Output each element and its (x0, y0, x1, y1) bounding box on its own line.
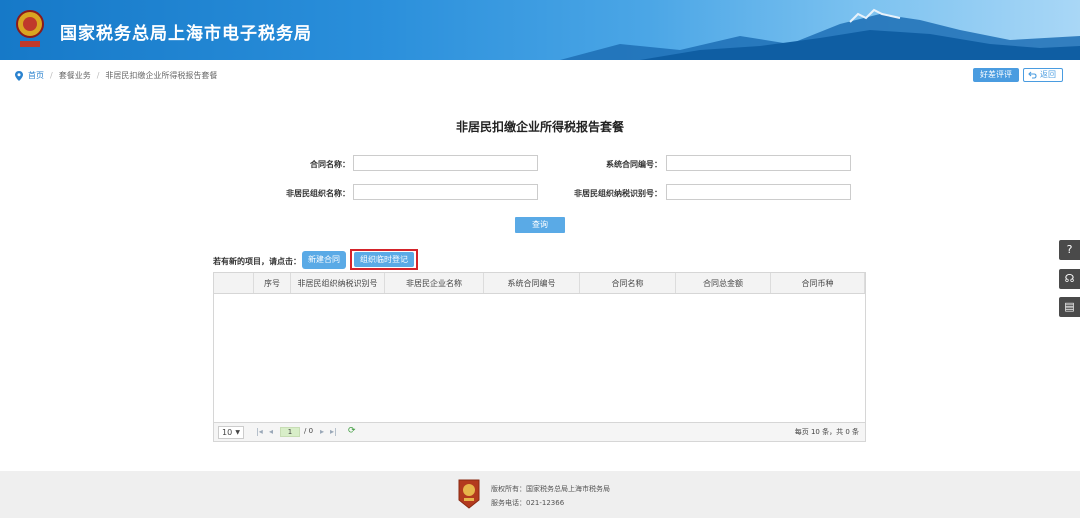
chevron-down-icon: ▼ (235, 429, 240, 436)
nonresident-taxpayer-id-label: 非居民组织纳税识别号： (574, 189, 662, 198)
next-page-icon[interactable]: ▸ (320, 427, 324, 436)
highlight-box: 组织临时登记 (350, 249, 418, 270)
nonresident-taxpayer-id-input[interactable] (666, 184, 851, 200)
help-icon[interactable]: ? (1059, 240, 1080, 260)
system-contract-no-label: 系统合同编号： (606, 160, 662, 169)
query-button[interactable]: 查询 (515, 217, 565, 233)
page-size-value: 10 (222, 428, 233, 437)
site-header: 国家税务总局上海市电子税务局 (0, 0, 1080, 60)
current-page-input[interactable]: 1 (280, 427, 300, 437)
column-header: 合同总金额 (676, 273, 771, 293)
breadcrumb-package-business[interactable]: 套餐业务 (59, 70, 91, 81)
breadcrumb: 首页 / 套餐业务 / 非居民扣缴企业所得税报告套餐 (14, 70, 217, 81)
return-arrow-icon (1028, 71, 1037, 79)
site-footer: 版权所有：国家税务总局上海市税务局 服务电话：021-12366 (0, 471, 1080, 518)
location-pin-icon (15, 70, 23, 81)
back-button-label: 返回 (1040, 70, 1056, 79)
breadcrumb-separator: / (96, 71, 100, 80)
contract-table: 序号 非居民组织纳税识别号 非居民企业名称 系统合同编号 合同名称 合同总金额 … (213, 272, 866, 442)
book-icon[interactable]: ▤ (1059, 297, 1080, 317)
breadcrumb-current: 非居民扣缴企业所得税报告套餐 (105, 71, 218, 80)
refresh-icon[interactable]: ⟳ (348, 426, 356, 436)
footer-copyright: 版权所有：国家税务总局上海市税务局 (491, 485, 610, 493)
footer-service-phone: 服务电话：021-12366 (491, 499, 565, 507)
table-header: 序号 非居民组织纳税识别号 非居民企业名称 系统合同编号 合同名称 合同总金额 … (214, 273, 865, 294)
pager-info: 每页 10 条，共 0 条 (794, 428, 859, 436)
column-header: 系统合同编号 (484, 273, 580, 293)
page-size-select[interactable]: 10 ▼ (218, 426, 244, 439)
contract-name-label: 合同名称： (310, 160, 350, 169)
headset-icon[interactable]: ☊ (1059, 269, 1080, 289)
org-temp-register-button[interactable]: 组织临时登记 (354, 252, 414, 267)
system-contract-no-input[interactable] (666, 155, 851, 171)
breadcrumb-home[interactable]: 首页 (28, 70, 44, 81)
new-project-hint: 若有新的项目，请点击： (213, 257, 301, 266)
column-header: 非居民企业名称 (385, 273, 484, 293)
page-title: 非居民扣缴企业所得税报告套餐 (455, 120, 624, 134)
table-pager: 10 ▼ |◂ ◂ 1 / 0 ▸ ▸| ⟳ 每页 10 条，共 0 条 (214, 422, 865, 441)
first-page-icon[interactable]: |◂ (256, 427, 263, 436)
back-button[interactable]: 返回 (1023, 68, 1063, 82)
last-page-icon[interactable]: ▸| (330, 427, 337, 436)
column-header: 合同名称 (580, 273, 676, 293)
nonresident-org-name-label: 非居民组织名称： (286, 189, 350, 198)
breadcrumb-separator: / (50, 71, 53, 80)
total-pages: / 0 (304, 427, 314, 435)
column-header: 序号 (254, 273, 291, 293)
contract-name-input[interactable] (353, 155, 538, 171)
checkbox-column-header (214, 273, 254, 293)
review-button[interactable]: 好差评评价 (973, 68, 1019, 91)
column-header: 合同币种 (771, 273, 865, 293)
prev-page-icon[interactable]: ◂ (269, 427, 273, 436)
site-title: 国家税务总局上海市电子税务局 (60, 24, 312, 44)
column-header: 非居民组织纳税识别号 (291, 273, 385, 293)
new-contract-button[interactable]: 新建合同 (302, 251, 346, 269)
tax-bureau-badge-icon (458, 479, 480, 509)
tax-bureau-emblem-icon (16, 10, 44, 47)
nonresident-org-name-input[interactable] (353, 184, 538, 200)
